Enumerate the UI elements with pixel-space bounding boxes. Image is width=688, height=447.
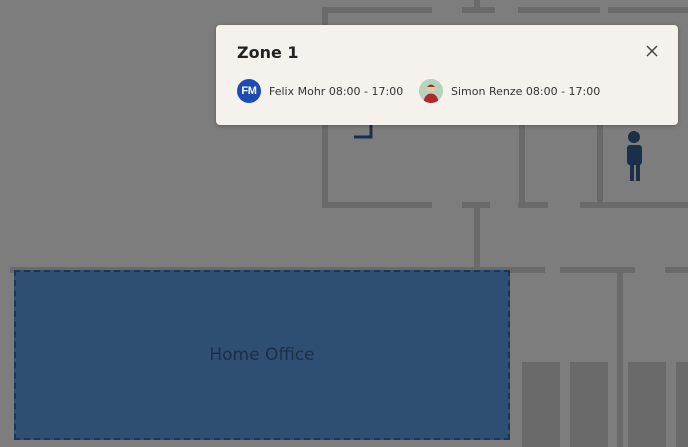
popup-title: Zone 1 [237, 43, 299, 62]
person-text: Simon Renze 08:00 - 17:00 [451, 84, 601, 98]
person-text: Felix Mohr 08:00 - 17:00 [269, 84, 404, 98]
desk[interactable] [676, 362, 688, 447]
home-office-zone[interactable]: Home Office [14, 270, 510, 440]
avatar: FM [237, 79, 261, 103]
close-button[interactable] [644, 43, 660, 59]
person-entry-simon[interactable]: Simon Renze 08:00 - 17:00 [419, 79, 600, 103]
desks [522, 362, 688, 447]
room-corner-marker [354, 125, 373, 139]
person-entry-felix[interactable]: FM Felix Mohr 08:00 - 17:00 [237, 79, 403, 103]
close-icon [646, 45, 658, 57]
desk[interactable] [522, 362, 560, 447]
zone-popup: Zone 1 FM Felix Mohr 08:00 - 17:00 Simon… [216, 25, 678, 125]
avatar-photo [419, 79, 443, 103]
person-icon[interactable] [627, 131, 642, 181]
desk[interactable] [628, 362, 666, 447]
home-office-label: Home Office [209, 345, 315, 365]
desk[interactable] [570, 362, 608, 447]
